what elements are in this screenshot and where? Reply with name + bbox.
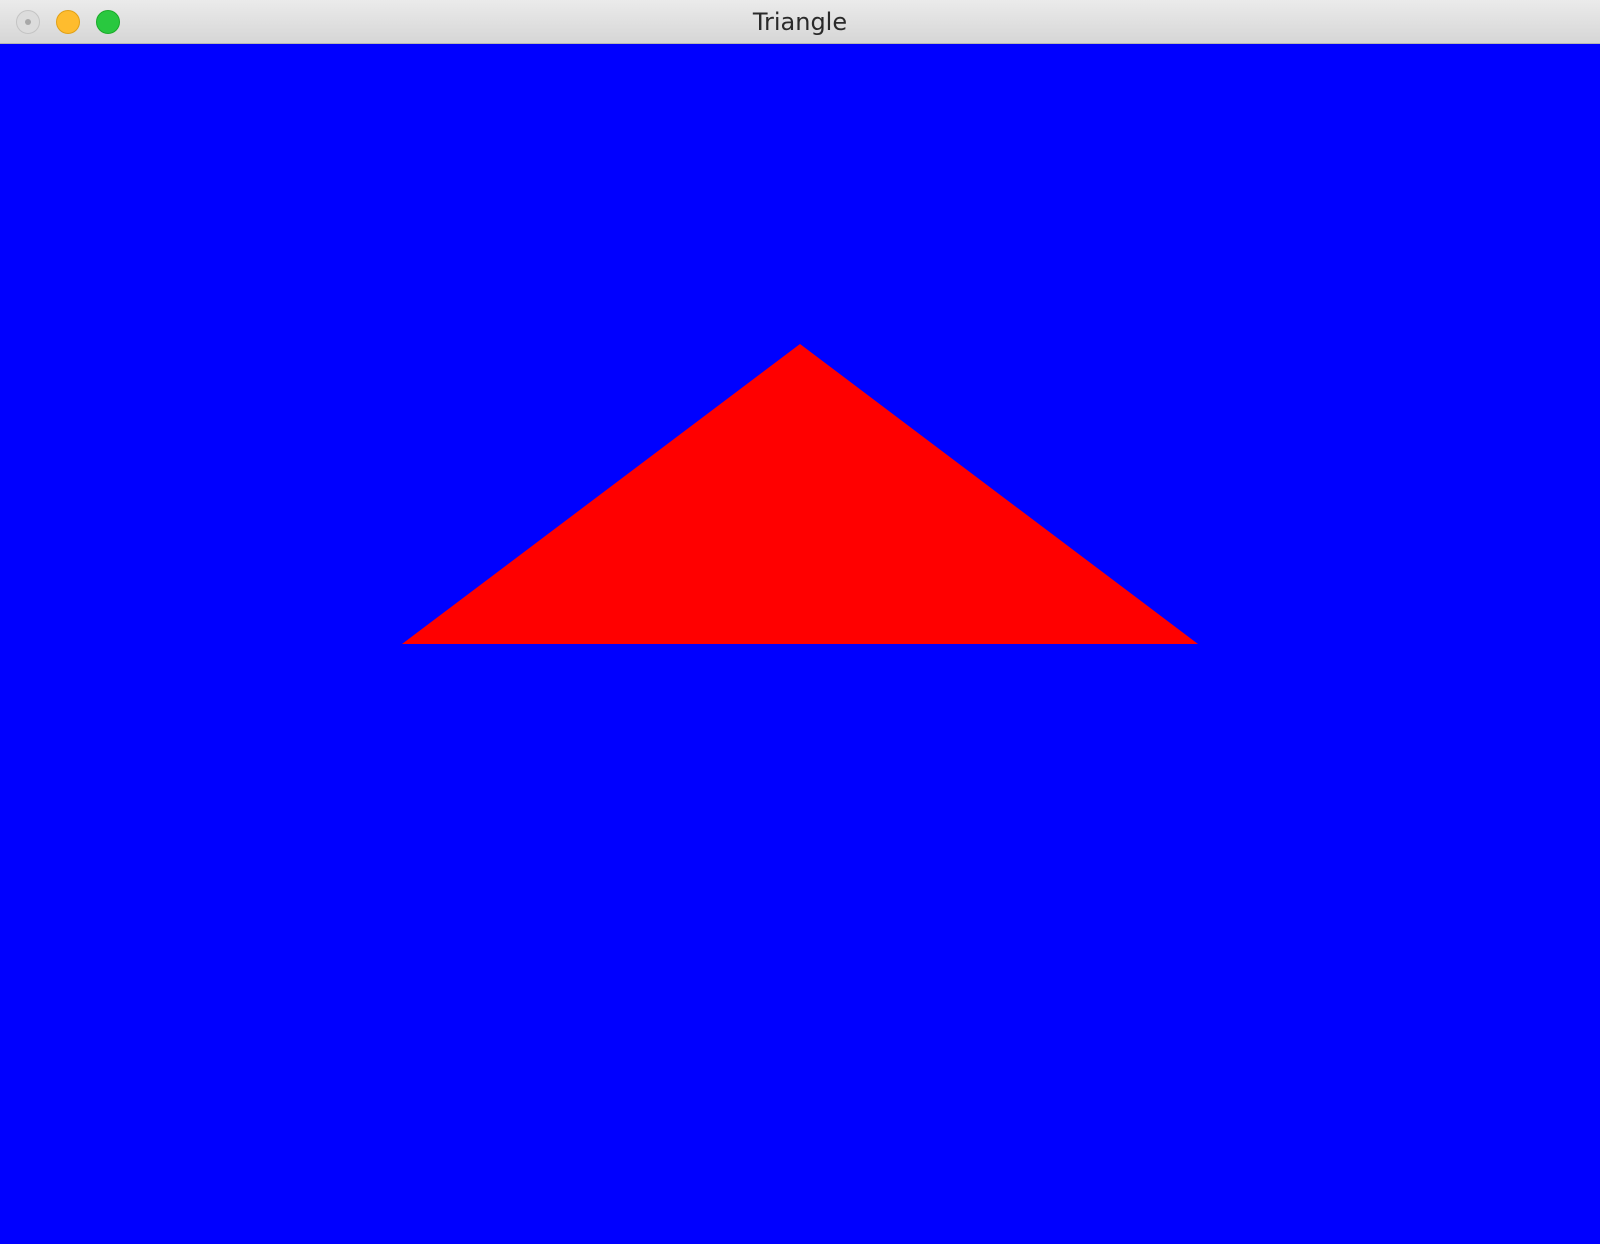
window-title: Triangle (752, 8, 848, 36)
title-bar[interactable]: Triangle (0, 0, 1600, 44)
render-viewport (0, 44, 1600, 1244)
scene-canvas (0, 44, 1600, 1244)
app-window: Triangle (0, 0, 1600, 1244)
